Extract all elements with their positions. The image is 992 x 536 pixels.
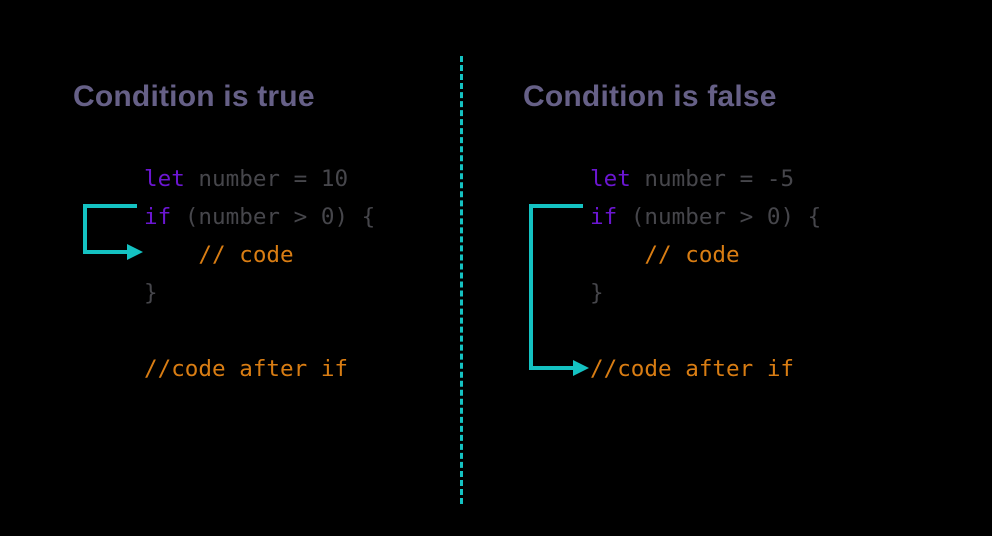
heading-condition-true: Condition is true — [73, 80, 315, 114]
comment-inside-if: // code — [198, 242, 293, 268]
line-6: //code after if — [590, 356, 794, 382]
line-3: // code — [144, 242, 294, 268]
code-block-true: let number = 10 if (number > 0) { // cod… — [144, 160, 375, 388]
line-6: //code after if — [144, 356, 348, 382]
line-1: let number = 10 — [144, 166, 348, 192]
line-2-rest: (number > 0) { — [617, 204, 821, 230]
line-2-rest: (number > 0) { — [171, 204, 375, 230]
line-1-rest: number = 10 — [185, 166, 348, 192]
flow-arrow-into-if — [85, 206, 155, 266]
line-1-rest: number = -5 — [631, 166, 794, 192]
vertical-divider — [460, 56, 463, 504]
line-1: let number = -5 — [590, 166, 794, 192]
line-3: // code — [590, 242, 740, 268]
line-4: } — [144, 280, 158, 306]
keyword-let: let — [144, 166, 185, 192]
heading-condition-false: Condition is false — [523, 80, 777, 114]
line-2: if (number > 0) { — [144, 204, 375, 230]
code-block-false: let number = -5 if (number > 0) { // cod… — [590, 160, 821, 388]
line-2: if (number > 0) { — [590, 204, 821, 230]
diagram-canvas: Condition is true Condition is false let… — [0, 0, 992, 536]
flow-arrow-skip-if — [531, 206, 601, 406]
keyword-let: let — [590, 166, 631, 192]
comment-inside-if: // code — [644, 242, 739, 268]
